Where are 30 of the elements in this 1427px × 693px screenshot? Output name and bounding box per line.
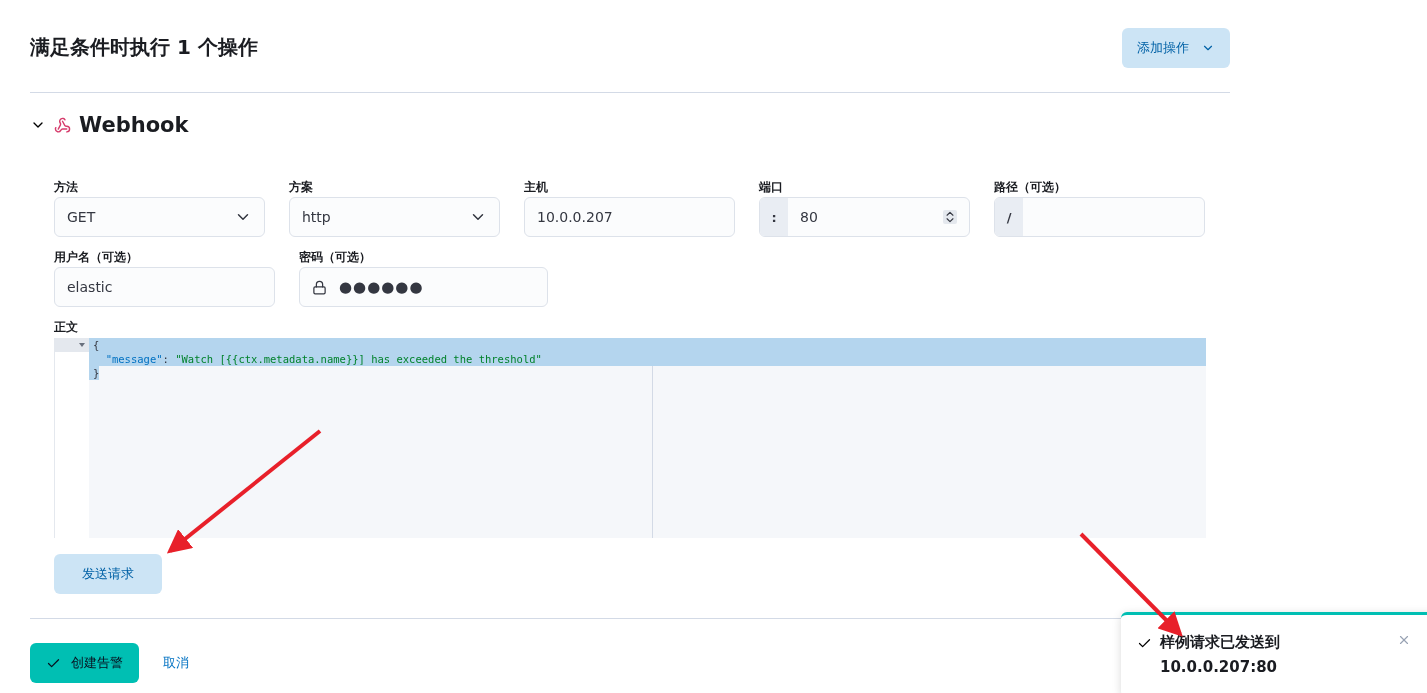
action-title: Webhook	[79, 113, 189, 137]
field-label: 方法	[54, 179, 79, 193]
field-label: 密码（可选）	[299, 249, 372, 263]
input-field[interactable]: elastic	[54, 267, 275, 307]
stepper-icon[interactable]	[943, 210, 957, 224]
add-action-button[interactable]: 添加操作	[1122, 28, 1230, 68]
field-prefix: /	[995, 198, 1023, 236]
select-field[interactable]: GET	[54, 197, 265, 237]
field-label: 主机	[524, 179, 549, 193]
webhook-icon	[54, 116, 71, 134]
field-label: 用户名（可选）	[54, 249, 139, 263]
send-request-button[interactable]: 发送请求	[54, 554, 162, 594]
cancel-link[interactable]: 取消	[163, 654, 189, 672]
field-prefix: :	[760, 198, 788, 236]
field-label: 端口	[759, 179, 784, 193]
password-field[interactable]: ●●●●●●	[299, 267, 548, 307]
field-label: 方案	[289, 179, 314, 193]
toast-detail: 10.0.0.207:80	[1160, 658, 1279, 676]
close-icon[interactable]	[1397, 633, 1411, 647]
section-title: 满足条件时执行 1 个操作	[30, 34, 258, 61]
input-field[interactable]: 10.0.0.207	[524, 197, 735, 237]
input-field[interactable]: /	[994, 197, 1205, 237]
lock-icon	[312, 279, 327, 295]
create-alert-button[interactable]: 创建告警	[30, 643, 139, 683]
field-label: 路径（可选）	[994, 179, 1067, 193]
number-field[interactable]: : 80	[759, 197, 970, 237]
field-label: 正文	[54, 319, 79, 333]
fold-icon[interactable]	[79, 343, 85, 347]
toast-title: 样例请求已发送到	[1160, 633, 1281, 652]
select-field[interactable]: http	[289, 197, 500, 237]
